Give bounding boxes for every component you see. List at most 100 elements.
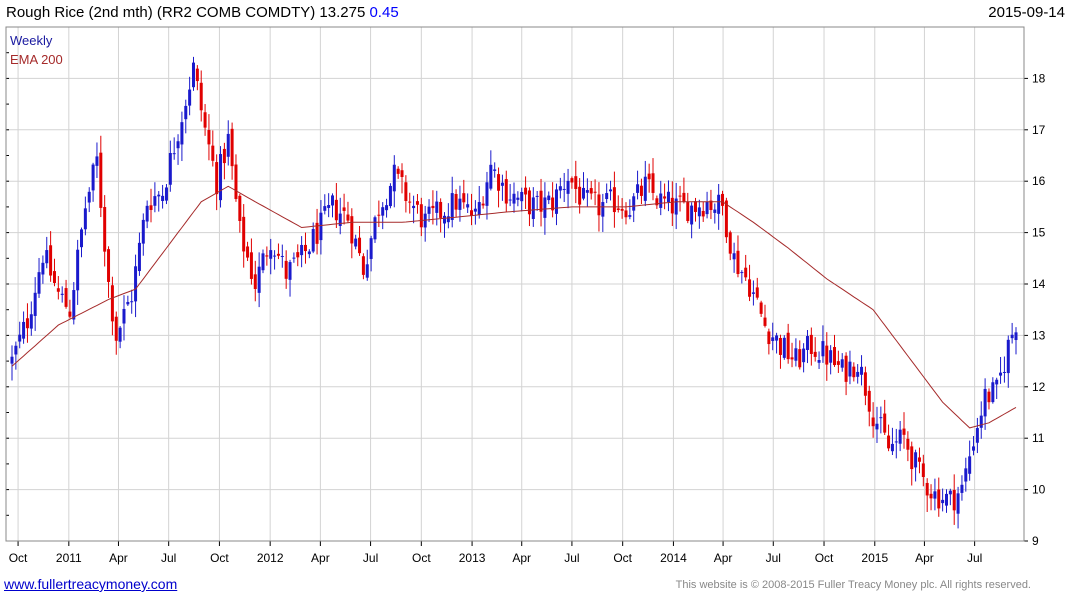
candle bbox=[551, 182, 555, 218]
candle-body bbox=[914, 452, 918, 468]
candle bbox=[767, 328, 771, 355]
candle bbox=[303, 232, 307, 264]
candle-body bbox=[49, 245, 53, 276]
candle bbox=[300, 236, 304, 268]
candle-body bbox=[392, 164, 396, 192]
candle-body bbox=[956, 493, 960, 514]
x-tick-label: 2011 bbox=[56, 551, 82, 565]
candle bbox=[740, 270, 744, 284]
candle bbox=[829, 345, 833, 375]
candle bbox=[153, 182, 157, 213]
candle bbox=[145, 200, 149, 229]
candle-body bbox=[80, 229, 84, 248]
candle bbox=[705, 191, 709, 219]
candle-body bbox=[794, 348, 798, 361]
candle-body bbox=[605, 193, 609, 200]
candle-body bbox=[470, 210, 474, 216]
candle bbox=[22, 311, 26, 344]
candle-body bbox=[999, 372, 1003, 376]
candle-body bbox=[547, 195, 551, 201]
candle bbox=[242, 204, 246, 268]
candle bbox=[180, 111, 184, 162]
candle-body bbox=[373, 217, 377, 240]
candle-body bbox=[331, 195, 335, 206]
candle-body bbox=[60, 293, 64, 295]
candle bbox=[226, 120, 230, 166]
candle bbox=[979, 401, 983, 439]
candle-body bbox=[157, 194, 161, 197]
x-tick-label: Jul bbox=[967, 551, 982, 565]
candle-body bbox=[18, 334, 22, 342]
candle-body bbox=[566, 180, 570, 194]
candle bbox=[442, 212, 446, 238]
candle-body bbox=[809, 334, 813, 354]
candle bbox=[759, 300, 763, 318]
candle-body bbox=[222, 148, 226, 164]
candle bbox=[246, 241, 250, 262]
candle-body bbox=[45, 250, 49, 264]
candle bbox=[817, 351, 821, 369]
candle bbox=[25, 303, 29, 343]
candle bbox=[118, 326, 122, 349]
candle-body bbox=[991, 382, 995, 403]
candle bbox=[87, 187, 91, 213]
candle-body bbox=[25, 318, 29, 329]
y-tick-label: 13 bbox=[1032, 328, 1046, 342]
candle-body bbox=[477, 202, 481, 215]
candle-body bbox=[149, 205, 153, 210]
candle-body bbox=[466, 204, 470, 208]
candle bbox=[489, 150, 493, 191]
candle-body bbox=[377, 214, 381, 216]
candle-body bbox=[164, 187, 168, 201]
candle-body bbox=[130, 301, 134, 303]
candle-body bbox=[929, 493, 933, 499]
candle-body bbox=[570, 178, 574, 183]
candle-body bbox=[697, 207, 701, 217]
site-link[interactable]: www.fullertreacymoney.com bbox=[4, 576, 177, 592]
candle bbox=[1014, 327, 1018, 355]
candle-body bbox=[597, 194, 601, 216]
candle-body bbox=[273, 255, 277, 257]
candle bbox=[813, 337, 817, 362]
candle-body bbox=[856, 371, 860, 377]
candle bbox=[778, 334, 782, 369]
candle bbox=[894, 428, 898, 459]
x-tick-label: Jul bbox=[363, 551, 378, 565]
candle bbox=[60, 286, 64, 303]
candle-body bbox=[99, 152, 103, 208]
candle bbox=[898, 421, 902, 452]
candle bbox=[628, 199, 632, 220]
candle bbox=[956, 486, 960, 529]
candle bbox=[933, 478, 937, 511]
y-tick-label: 12 bbox=[1032, 380, 1046, 394]
candle-body bbox=[786, 332, 790, 360]
candle-body bbox=[833, 347, 837, 366]
candle bbox=[497, 167, 501, 208]
candle bbox=[987, 388, 991, 410]
candle bbox=[863, 366, 867, 406]
candle-body bbox=[199, 82, 203, 111]
candle-body bbox=[964, 468, 968, 482]
candle bbox=[29, 301, 33, 336]
candle-body bbox=[524, 187, 528, 195]
y-tick-label: 14 bbox=[1032, 277, 1046, 291]
candle-body bbox=[246, 246, 250, 258]
candle-body bbox=[33, 292, 37, 316]
candle bbox=[504, 170, 508, 212]
candle-body bbox=[161, 195, 165, 202]
candle-body bbox=[500, 182, 504, 186]
candle bbox=[114, 311, 118, 355]
candle bbox=[141, 213, 145, 256]
candle bbox=[833, 334, 837, 367]
candle-body bbox=[323, 206, 327, 211]
candle bbox=[636, 170, 640, 200]
candle bbox=[454, 189, 458, 218]
candle bbox=[276, 243, 280, 260]
candle bbox=[520, 187, 524, 212]
candle-body bbox=[802, 348, 806, 363]
candle bbox=[655, 195, 659, 209]
candle-body bbox=[230, 128, 234, 167]
candle bbox=[755, 277, 759, 300]
candle-body bbox=[234, 164, 238, 199]
candle-body bbox=[91, 164, 95, 191]
